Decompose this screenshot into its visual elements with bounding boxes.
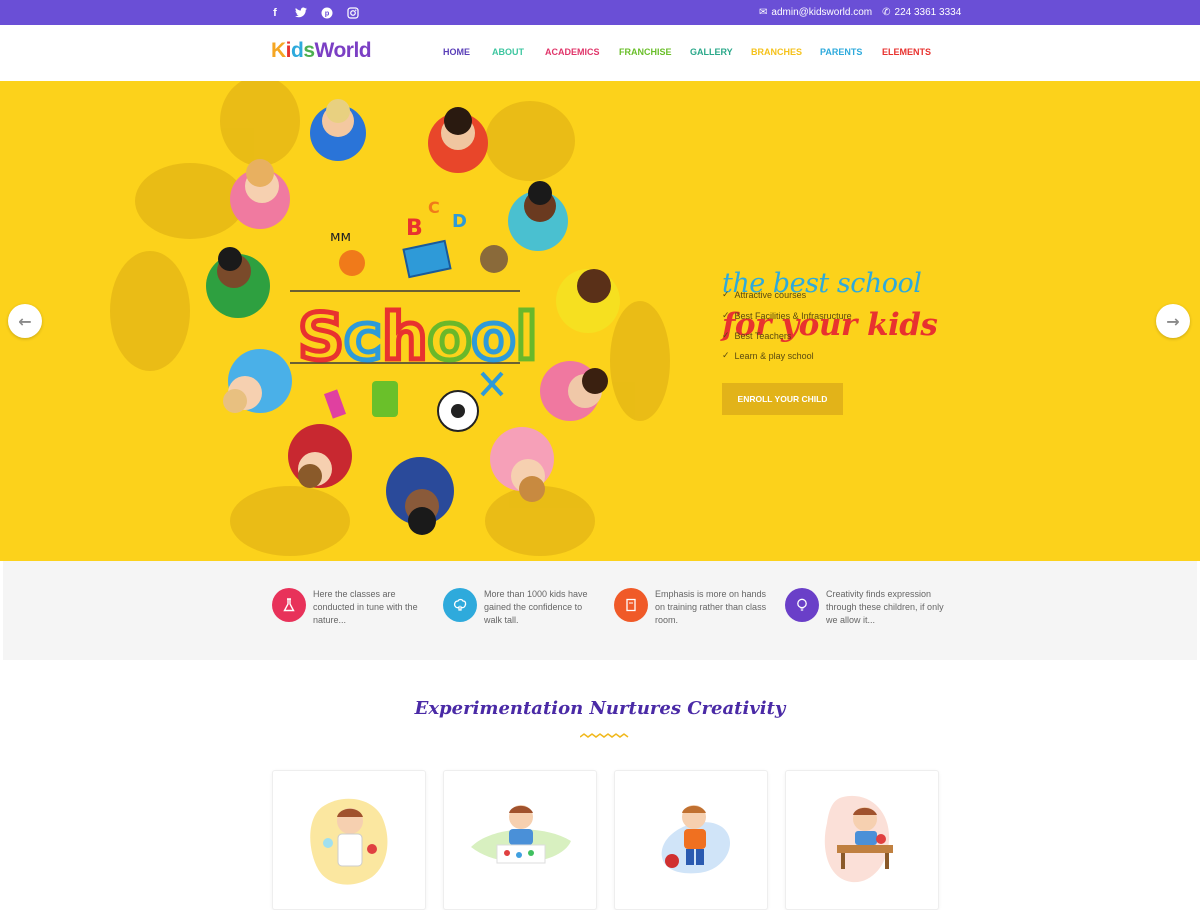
phone-icon: ✆ [882,7,891,18]
bulb-icon [785,588,819,622]
nav-branches[interactable]: BRANCHES [751,47,802,57]
nav-home[interactable]: HOME [443,47,470,57]
feature-item: Here the classes are conducted in tune w… [272,588,431,627]
prev-arrow-icon[interactable]: ← [8,304,42,338]
section-title: Experimentation Nurtures Creativity [414,698,786,719]
activity-card[interactable] [614,770,768,910]
top-bar: f p ✉ admin@kidsworld.com ✆ 224 3361 333… [0,0,1200,25]
next-arrow-icon[interactable]: → [1156,304,1190,338]
nav-franchise[interactable]: FRANCHISE [619,47,672,57]
check-icon: ✓ [722,289,730,299]
hero-feature-item: ✓ Best Facilities & Infrasructure [722,310,852,321]
kid-drawing-illustration [471,805,571,864]
wave-divider-icon [580,733,629,738]
nav-elements[interactable]: ELEMENTS [882,47,931,57]
nav-academics[interactable]: ACADEMICS [545,47,600,57]
book-icon [614,588,648,622]
svg-text:B: B [406,216,423,241]
kid-scientist-illustration [310,798,388,885]
facebook-icon[interactable]: f [268,6,282,20]
hero-feature-item: ✓ Best Teachers [722,330,792,341]
school-chalk-text: School [298,301,537,375]
kid-ball-illustration [661,805,731,874]
feature-item: More than 1000 kids have gained the conf… [443,588,602,627]
svg-text:p: p [325,8,330,17]
activity-card[interactable] [272,770,426,910]
site-logo[interactable]: KidsWorld [271,39,372,63]
feature-item: Creativity finds expression through thes… [785,588,944,627]
enroll-button[interactable]: ENROLL YOUR CHILD [722,383,843,415]
nav-parents[interactable]: PARENTS [820,47,862,57]
activity-card[interactable] [443,770,597,910]
site-header: KidsWorld HOME ABOUT ACADEMICS FRANCHISE… [0,25,1200,81]
hero-slider: School ᴍᴍ B C D the best school for your… [0,81,1200,561]
hero-feature-item: ✓ Attractive courses [722,289,807,300]
check-icon: ✓ [722,350,730,360]
instagram-icon[interactable] [346,6,360,20]
flask-icon [272,588,306,622]
nav-gallery[interactable]: GALLERY [690,47,733,57]
social-links: f p [268,0,360,25]
phone-number[interactable]: 224 3361 3334 [895,7,962,18]
feature-text: More than 1000 kids have gained the conf… [484,589,588,625]
kid-desk-illustration [824,795,893,883]
mail-icon: ✉ [759,7,768,18]
contact-info: ✉ admin@kidsworld.com ✆ 224 3361 3334 [759,0,961,25]
svg-text:ᴍᴍ: ᴍᴍ [330,229,351,245]
check-icon: ✓ [722,330,730,340]
svg-text:D: D [452,211,467,232]
email-link[interactable]: admin@kidsworld.com [771,7,872,18]
feature-text: Creativity finds expression through thes… [826,589,944,625]
activity-card[interactable] [785,770,939,910]
pinterest-icon[interactable]: p [320,6,334,20]
feature-item: Emphasis is more on hands on training ra… [614,588,773,627]
feature-text: Here the classes are conducted in tune w… [313,589,418,625]
hero-kids-image: School ᴍᴍ B C D [110,81,670,556]
feature-text: Emphasis is more on hands on training ra… [655,589,767,625]
nav-about[interactable]: ABOUT [492,47,524,57]
brain-icon [443,588,477,622]
svg-text:C: C [428,198,440,217]
twitter-icon[interactable] [294,6,308,20]
check-icon: ✓ [722,310,730,320]
hero-feature-item: ✓ Learn & play school [722,350,814,361]
